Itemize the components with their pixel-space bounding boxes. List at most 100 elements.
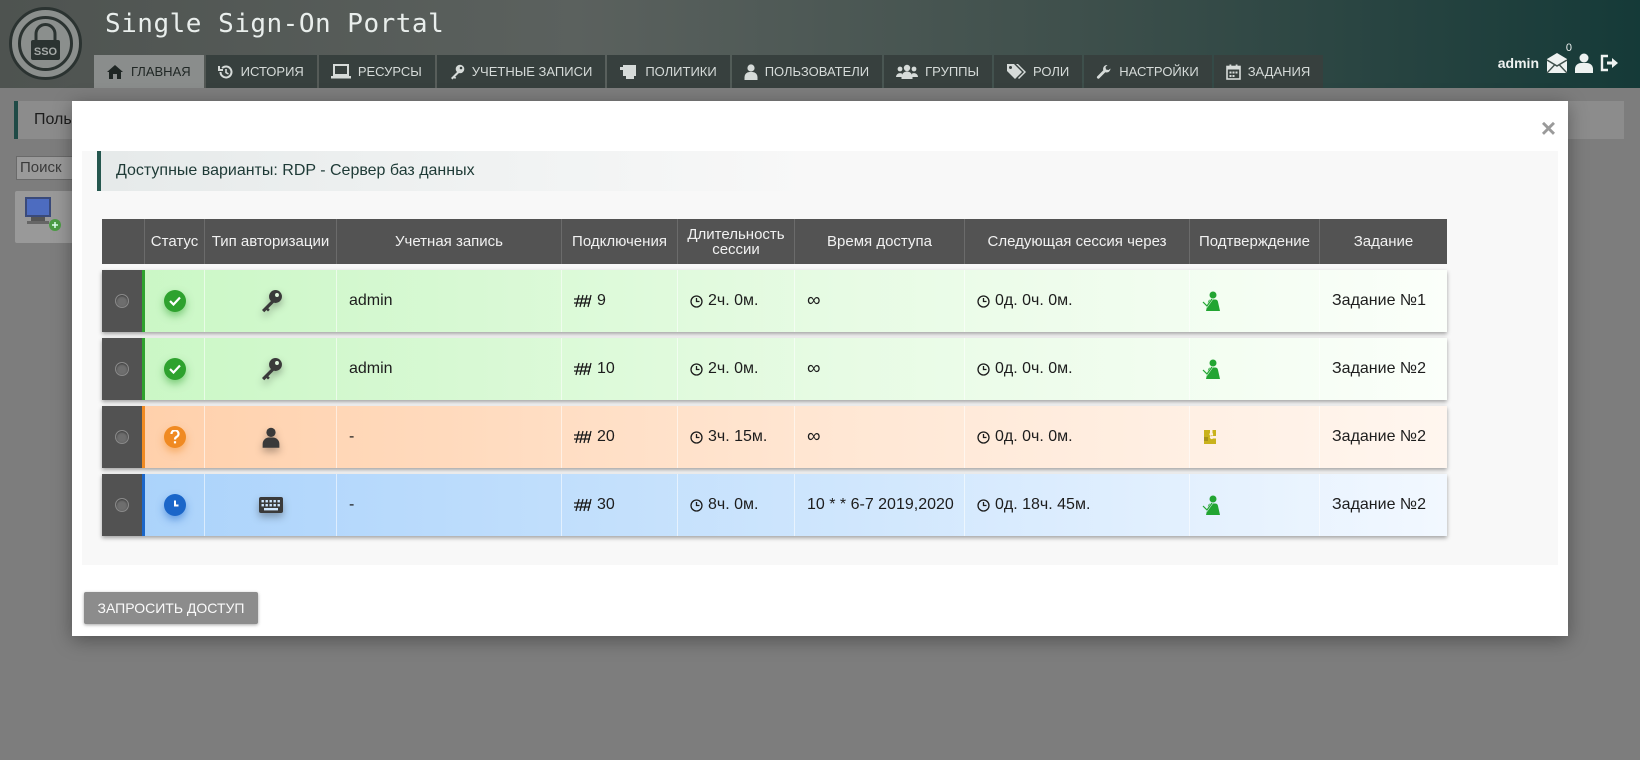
connections-cell: 30 — [562, 474, 678, 536]
connections-cell: 10 — [562, 338, 678, 400]
clock-icon — [977, 294, 990, 308]
clock-icon — [690, 294, 703, 308]
username: admin — [1497, 55, 1539, 71]
status-cell — [145, 474, 205, 536]
approved-user-icon — [1202, 359, 1220, 379]
envelope-icon — [1546, 53, 1568, 74]
table-row[interactable]: - 20 3ч. 15м. ∞ 0д. 0ч. 0м. Задание №2 — [102, 406, 1447, 468]
logout-icon[interactable] — [1600, 54, 1620, 72]
key-icon — [450, 64, 465, 79]
profile-icon[interactable] — [1575, 53, 1593, 73]
svg-text:SSO: SSO — [34, 46, 58, 58]
row-radio[interactable] — [115, 430, 129, 444]
row-radio[interactable] — [115, 294, 129, 308]
background-resource-tile — [15, 191, 75, 243]
status-cell — [145, 406, 205, 468]
hashtag-icon — [574, 362, 592, 376]
row-select-cell — [102, 338, 145, 400]
rdp-resource-icon — [25, 197, 61, 231]
col-next-session: Следующая сессия через — [965, 219, 1190, 264]
task-cell: Задание №2 — [1332, 428, 1426, 445]
tab-roles[interactable]: Роли — [994, 55, 1083, 88]
tab-groups-label: Группы — [925, 64, 980, 79]
app-title: Single Sign-On Portal — [105, 9, 445, 39]
access-options-modal: × Доступные варианты: RDP - Сервер баз д… — [72, 101, 1568, 636]
puzzle-icon — [1204, 430, 1216, 444]
approved-user-icon — [1202, 495, 1220, 515]
row-select-cell — [102, 406, 145, 468]
auth-type-cell — [205, 406, 337, 468]
tab-history[interactable]: История — [205, 55, 317, 88]
tab-tasks[interactable]: Задания — [1213, 55, 1324, 88]
hashtag-icon — [574, 430, 592, 444]
laptop-icon — [330, 64, 351, 79]
tab-settings[interactable]: Настройки — [1084, 55, 1212, 88]
main-nav: Главная История Ресурсы Учетные записи П… — [94, 55, 1324, 88]
users-icon — [896, 64, 919, 79]
check-circle-icon — [163, 358, 186, 380]
col-auth-type: Тип авторизации — [205, 219, 337, 264]
tab-resources[interactable]: Ресурсы — [318, 55, 435, 88]
tab-history-label: История — [240, 64, 304, 79]
keyboard-icon — [258, 497, 283, 513]
check-circle-icon — [163, 290, 186, 312]
messages-button[interactable]: 0 — [1546, 42, 1572, 74]
tab-resources-label: Ресурсы — [357, 64, 422, 79]
request-access-button[interactable]: Запросить доступ — [84, 592, 258, 624]
account-cell: admin — [337, 338, 562, 400]
clock-icon — [690, 430, 703, 444]
table-row[interactable]: - 30 8ч. 0м. 10 * * 6-7 2019,2020 0д. 18… — [102, 474, 1447, 536]
scroll-icon — [620, 64, 637, 79]
clock-icon — [690, 362, 703, 376]
approved-user-icon — [1202, 291, 1220, 311]
history-icon — [217, 65, 233, 78]
account-cell: - — [337, 406, 562, 468]
sso-logo[interactable]: SSO — [9, 7, 82, 80]
col-connections: Подключения — [562, 219, 678, 264]
duration-cell: 3ч. 15м. — [678, 406, 795, 468]
task-cell: Задание №1 — [1332, 292, 1426, 309]
row-radio[interactable] — [115, 362, 129, 376]
tab-users-label: Пользователи — [764, 64, 870, 79]
tab-settings-label: Настройки — [1119, 64, 1199, 79]
col-status: Статус — [145, 219, 205, 264]
approval-cell — [1190, 338, 1320, 400]
clock-circle-icon — [163, 494, 186, 516]
tab-roles-label: Роли — [1033, 64, 1070, 79]
next-session-cell: 0д. 18ч. 45м. — [965, 474, 1190, 536]
tab-home[interactable]: Главная — [94, 55, 204, 88]
auth-type-cell — [205, 338, 337, 400]
tab-home-label: Главная — [131, 64, 191, 79]
hashtag-icon — [574, 294, 592, 308]
background-page-title-text: Поль — [34, 111, 72, 128]
tab-accounts[interactable]: Учетные записи — [436, 55, 606, 88]
col-session-duration: Длительность сессии — [678, 219, 795, 264]
access-time-cell: ∞ — [795, 406, 965, 468]
connections-cell: 9 — [562, 270, 678, 332]
wrench-icon — [1097, 64, 1111, 79]
task-cell: Задание №2 — [1332, 496, 1426, 513]
table-row[interactable]: admin 9 2ч. 0м. ∞ 0д. 0ч. 0м. Задание №1 — [102, 270, 1447, 332]
access-options-table: Статус Тип авторизации Учетная запись По… — [102, 219, 1447, 536]
row-select-cell — [102, 474, 145, 536]
approval-cell — [1190, 270, 1320, 332]
account-cell: - — [337, 474, 562, 536]
approval-cell — [1190, 406, 1320, 468]
home-icon — [107, 64, 123, 79]
modal-close-button[interactable]: × — [1541, 115, 1556, 141]
col-account: Учетная запись — [337, 219, 562, 264]
access-time-cell: ∞ — [795, 270, 965, 332]
tab-groups[interactable]: Группы — [884, 55, 993, 88]
next-session-cell: 0д. 0ч. 0м. — [965, 406, 1190, 468]
clock-icon — [977, 430, 990, 444]
tab-policies[interactable]: Политики — [607, 55, 730, 88]
table-header: Статус Тип авторизации Учетная запись По… — [102, 219, 1447, 264]
row-select-cell — [102, 270, 145, 332]
sso-logo-icon: SSO — [18, 16, 73, 71]
tab-users[interactable]: Пользователи — [731, 55, 883, 88]
row-radio[interactable] — [115, 498, 129, 512]
table-row[interactable]: admin 10 2ч. 0м. ∞ 0д. 0ч. 0м. Задание №… — [102, 338, 1447, 400]
col-task: Задание — [1353, 233, 1414, 250]
duration-cell: 2ч. 0м. — [678, 338, 795, 400]
next-session-cell: 0д. 0ч. 0м. — [965, 338, 1190, 400]
